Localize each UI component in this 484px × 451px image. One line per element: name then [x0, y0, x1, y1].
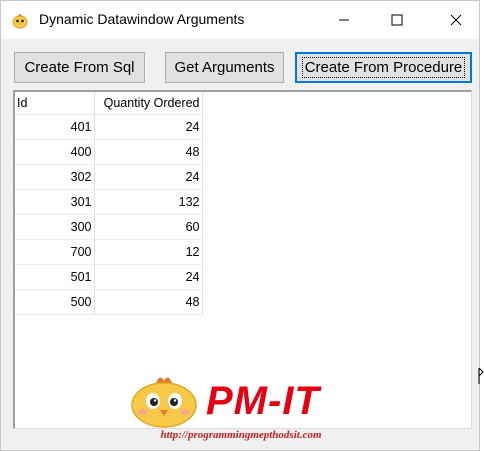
- close-icon: [450, 14, 462, 26]
- watermark-url: http://programmingmepthodsit.com: [160, 429, 322, 441]
- create-from-procedure-button[interactable]: Create From Procedure: [295, 52, 472, 83]
- cell-quantity[interactable]: 24: [94, 264, 203, 290]
- cell-id[interactable]: 300: [15, 214, 95, 240]
- table-row[interactable]: 400 48: [15, 139, 203, 165]
- cell-quantity[interactable]: 48: [94, 139, 203, 165]
- datawindow-table: Id Quantity Ordered 401 24 400 48 302 24: [15, 92, 203, 315]
- table-row[interactable]: 301 132: [15, 189, 203, 215]
- window-title: Dynamic Datawindow Arguments: [39, 11, 245, 27]
- cell-id[interactable]: 500: [15, 289, 95, 315]
- table-row[interactable]: 500 48: [15, 289, 203, 315]
- close-button[interactable]: [433, 1, 479, 39]
- chick-mascot-icon: [131, 377, 197, 428]
- cell-id[interactable]: 400: [15, 139, 95, 165]
- title-bar[interactable]: Dynamic Datawindow Arguments: [1, 1, 479, 39]
- maximize-icon: [391, 14, 403, 26]
- watermark-brand: PM-IT: [206, 379, 320, 423]
- cell-quantity[interactable]: 12: [94, 239, 203, 265]
- header-id: Id: [15, 92, 95, 115]
- minimize-button[interactable]: [321, 1, 367, 39]
- cell-quantity[interactable]: 132: [94, 189, 203, 215]
- table-row[interactable]: 300 60: [15, 214, 203, 240]
- cell-id[interactable]: 501: [15, 264, 95, 290]
- create-from-sql-label: Create From Sql: [24, 59, 135, 76]
- cell-quantity[interactable]: 48: [94, 289, 203, 315]
- maximize-button[interactable]: [374, 1, 420, 39]
- cell-id[interactable]: 301: [15, 189, 95, 215]
- cell-quantity[interactable]: 24: [94, 114, 203, 140]
- get-arguments-button[interactable]: Get Arguments: [165, 52, 284, 83]
- pm-it-watermark: PM-IT http://programmingmepthodsit.com: [126, 371, 366, 446]
- minimize-icon: [339, 19, 349, 21]
- table-row[interactable]: 302 24: [15, 164, 203, 190]
- create-from-procedure-label: Create From Procedure: [301, 57, 466, 78]
- cell-id[interactable]: 401: [15, 114, 95, 140]
- cell-quantity[interactable]: 60: [94, 214, 203, 240]
- cell-id[interactable]: 700: [15, 239, 95, 265]
- create-from-sql-button[interactable]: Create From Sql: [14, 52, 145, 83]
- table-row[interactable]: 401 24: [15, 114, 203, 140]
- app-window: Dynamic Datawindow Arguments Create From…: [0, 0, 480, 451]
- cell-id[interactable]: 302: [15, 164, 95, 190]
- cell-quantity[interactable]: 24: [94, 164, 203, 190]
- table-row[interactable]: 700 12: [15, 239, 203, 265]
- get-arguments-label: Get Arguments: [174, 59, 275, 76]
- app-icon: [11, 11, 29, 29]
- header-quantity-ordered: Quantity Ordered: [94, 92, 203, 115]
- header-row: Id Quantity Ordered: [15, 92, 203, 115]
- resize-cursor-icon: [478, 367, 484, 384]
- table-row[interactable]: 501 24: [15, 264, 203, 290]
